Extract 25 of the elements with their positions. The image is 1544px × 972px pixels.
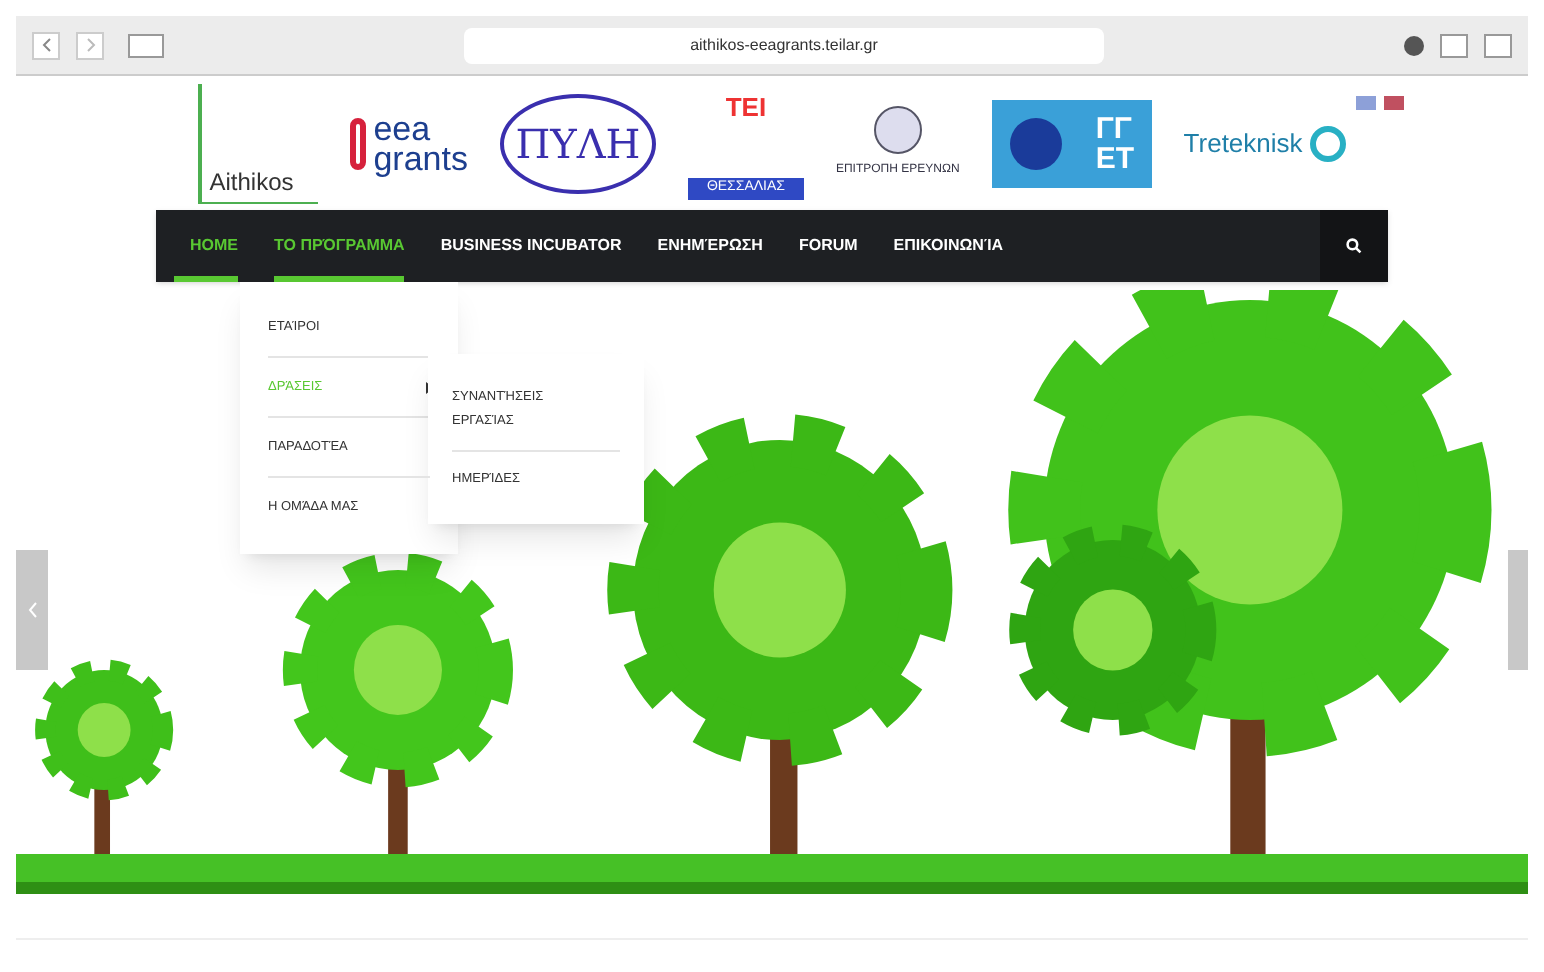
sidebar-icon[interactable] bbox=[128, 33, 164, 57]
forward-button[interactable] bbox=[76, 31, 104, 59]
logo: Aithikos bbox=[197, 83, 318, 203]
chevron-left-icon bbox=[41, 38, 51, 52]
nav-link[interactable]: HOME bbox=[190, 234, 238, 258]
chevron-right-icon bbox=[85, 38, 95, 52]
active-indicator bbox=[174, 276, 238, 282]
nav-link[interactable]: ΕΠΙΚΟΙΝΩΝΊΑ bbox=[893, 234, 1004, 258]
nav-link[interactable]: BUSINESS INCUBATOR bbox=[440, 234, 622, 258]
search-button[interactable] bbox=[1320, 210, 1388, 282]
nav-link[interactable]: ΤΟ ΠΡΌΓΡΑΜΜΑ bbox=[274, 234, 405, 258]
logo: eea grants bbox=[349, 113, 468, 173]
search-icon bbox=[1346, 238, 1362, 254]
logo: Treteknisk bbox=[1183, 123, 1347, 163]
share-icon[interactable] bbox=[1440, 33, 1468, 57]
nav-link[interactable]: FORUM bbox=[798, 234, 858, 258]
nav-link[interactable]: ΕΝΗΜΈΡΩΣΗ bbox=[657, 234, 763, 258]
logo: ΓΓ ΕΤ bbox=[991, 99, 1152, 187]
info-icon[interactable] bbox=[1404, 35, 1424, 55]
tabs-icon[interactable] bbox=[1484, 33, 1512, 57]
address-field[interactable]: aithikos-eeagrants.teilar.gr bbox=[464, 27, 1104, 63]
logo: ΠΥΛΗ bbox=[499, 93, 656, 193]
chevron-left-icon bbox=[27, 602, 37, 618]
active-indicator bbox=[274, 276, 405, 282]
back-button[interactable] bbox=[32, 31, 60, 59]
